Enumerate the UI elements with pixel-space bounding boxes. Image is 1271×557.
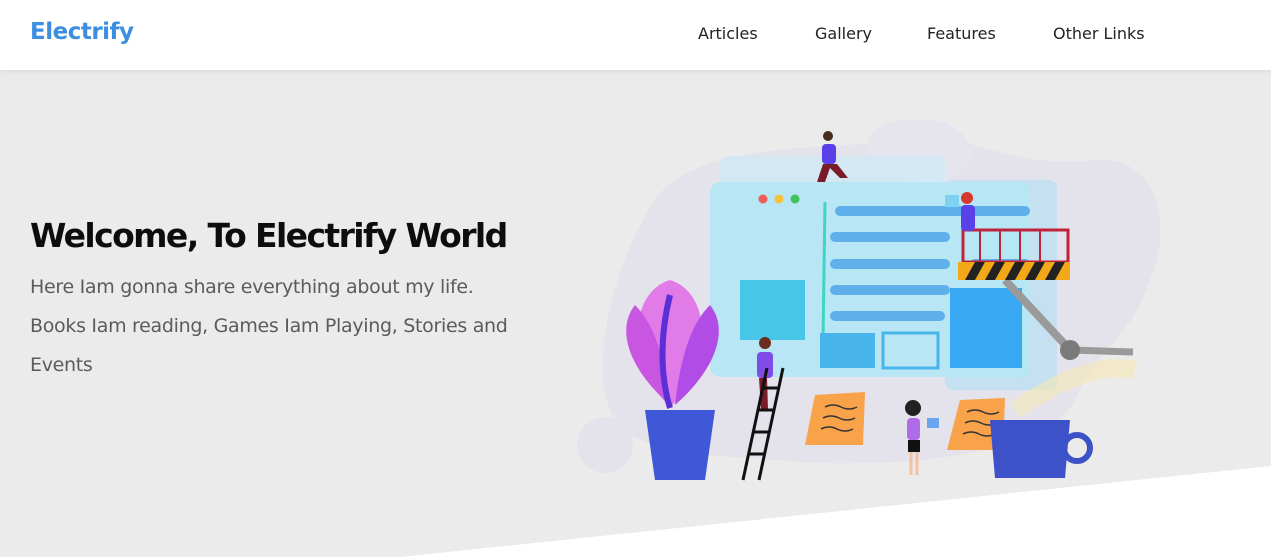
brand-logo[interactable]: Electrify [30, 19, 134, 45]
nav-link-features[interactable]: Features [927, 24, 996, 43]
navbar: Electrify Articles Gallery Features Othe… [0, 0, 1271, 70]
bottom-wedge-shape [400, 466, 1271, 557]
nav-link-other-links[interactable]: Other Links [1053, 24, 1145, 43]
nav-link-gallery[interactable]: Gallery [815, 24, 872, 43]
nav-link-articles[interactable]: Articles [698, 24, 758, 43]
